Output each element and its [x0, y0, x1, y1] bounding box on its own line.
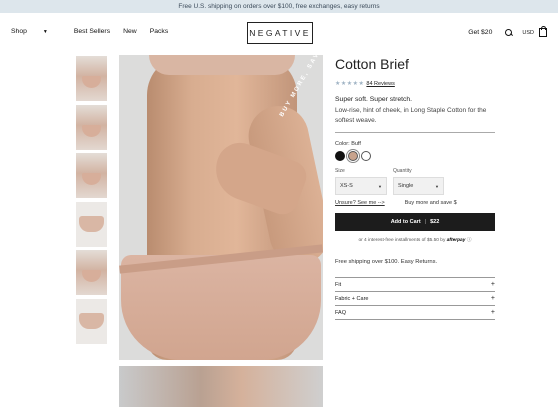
afterpay-note: or 4 interest-free installments of $5.50… [335, 236, 495, 243]
quantity-label: Quantity [393, 168, 412, 174]
chevron-down-icon: ▼ [378, 183, 382, 189]
size-label: Size [335, 168, 345, 174]
swatch-black[interactable] [335, 151, 345, 161]
promo-banner: Free U.S. shipping on orders over $100, … [0, 0, 558, 13]
add-to-cart-button[interactable]: Add to Cart | $22 [335, 213, 495, 231]
nav-utilities: Get $20 USD [468, 26, 547, 37]
plus-icon: + [490, 281, 495, 288]
accordion-fabric-care[interactable]: Fabric + Care + [335, 292, 495, 306]
buy-more-link[interactable]: Buy more and save $ [405, 200, 457, 206]
info-icon[interactable]: ⓘ [467, 238, 472, 243]
quantity-select[interactable]: Single ▼ [393, 177, 444, 195]
price: $22 [430, 219, 440, 225]
product-description: Low-rise, hint of cheek, in Long Staple … [335, 107, 487, 124]
divider [335, 132, 495, 133]
product-brief [121, 255, 321, 360]
color-label: Color: Buff [335, 141, 361, 147]
quantity-value: Single [398, 183, 414, 189]
accordion-label: Fit [335, 281, 342, 288]
secondary-product-image[interactable] [119, 366, 323, 407]
color-swatches [335, 151, 495, 161]
afterpay-text: or 4 interest-free installments of $5.50… [358, 238, 446, 243]
thumbnail-image[interactable] [76, 201, 107, 247]
accordion-fit[interactable]: Fit + [335, 278, 495, 292]
top-nav: Shop ▼ Best Sellers New Packs NEGATIVE Ge… [0, 13, 558, 51]
helper-links: Unsure? See me --> Buy more and save $ [335, 200, 495, 206]
thumbnail-image[interactable] [76, 153, 107, 198]
separator: | [424, 219, 427, 225]
rating-row: ★★★★★ 84 Reviews [335, 80, 495, 88]
main-product-image[interactable]: BUY MORE, SAVE [119, 55, 323, 360]
size-value: XS-S [340, 183, 353, 189]
thumbnail-list [76, 56, 107, 347]
nav-item-shop[interactable]: Shop ▼ [11, 28, 61, 35]
model-top [149, 55, 295, 75]
size-select[interactable]: XS-S ▼ [335, 177, 387, 195]
shipping-note: Free shipping over $100. Easy Returns. [335, 259, 438, 265]
bag-icon[interactable] [539, 26, 547, 37]
chevron-down-icon: ▼ [42, 29, 48, 35]
thumbnail-image[interactable] [76, 298, 107, 344]
main-menu: Shop ▼ Best Sellers New Packs [11, 28, 181, 35]
accordion-label: Fabric + Care [335, 295, 369, 302]
nav-item-packs[interactable]: Packs [150, 28, 169, 35]
accordion: Fit + Fabric + Care + FAQ + [335, 277, 495, 320]
nav-item-new[interactable]: New [123, 28, 137, 35]
add-to-cart-label: Add to Cart [390, 219, 421, 225]
thumbnail-image[interactable] [76, 104, 107, 150]
fit-guide-link[interactable]: Unsure? See me --> [335, 200, 385, 206]
swatch-white[interactable] [361, 151, 371, 161]
nav-item-label: Shop [11, 28, 27, 35]
brand-logo[interactable]: NEGATIVE [247, 22, 313, 44]
accordion-label: FAQ [335, 309, 347, 316]
product-tagline: Super soft. Super stretch. [335, 96, 413, 103]
size-group: Size XS-S ▼ [335, 168, 387, 195]
product-title: Cotton Brief [335, 56, 409, 72]
plus-icon: + [490, 295, 495, 302]
quantity-group: Quantity Single ▼ [393, 168, 444, 195]
nav-item-best-sellers[interactable]: Best Sellers [74, 28, 110, 35]
referral-link[interactable]: Get $20 [468, 29, 492, 36]
star-rating-icon: ★★★★★ [335, 81, 365, 87]
swatch-buff[interactable] [348, 151, 358, 161]
afterpay-logo: afterpay [446, 238, 466, 243]
option-selects: Size XS-S ▼ Quantity Single ▼ [335, 168, 495, 195]
plus-icon: + [490, 309, 495, 316]
accordion-faq[interactable]: FAQ + [335, 306, 495, 320]
product-info: Cotton Brief ★★★★★ 84 Reviews Super soft… [335, 56, 495, 320]
thumbnail-image[interactable] [76, 56, 107, 101]
search-icon[interactable] [505, 28, 513, 37]
reviews-link[interactable]: 84 Reviews [366, 81, 394, 87]
chevron-down-icon: ▼ [435, 183, 439, 189]
currency-selector[interactable]: USD [522, 30, 534, 36]
thumbnail-image[interactable] [76, 250, 107, 295]
